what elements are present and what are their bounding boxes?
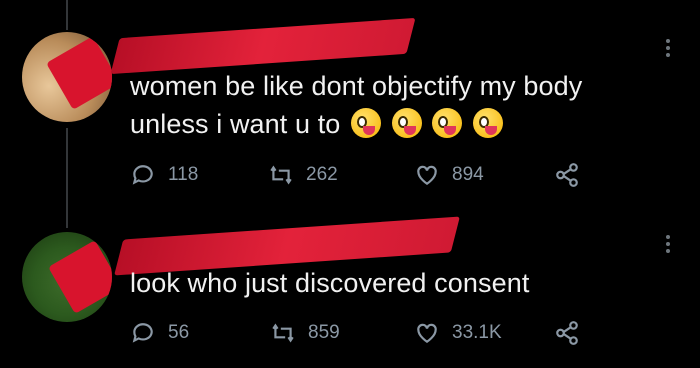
thread-connector-line bbox=[66, 128, 68, 228]
reply-icon bbox=[132, 165, 153, 185]
tweet-text-line: look who just discovered consent bbox=[130, 268, 530, 298]
avatar[interactable] bbox=[22, 232, 112, 322]
share-icon bbox=[556, 321, 578, 345]
reply-count: 118 bbox=[168, 164, 199, 185]
like-count: 894 bbox=[452, 164, 484, 185]
share-icon bbox=[556, 163, 578, 187]
retweet-count: 262 bbox=[306, 164, 338, 185]
avatar[interactable] bbox=[22, 32, 112, 122]
reply-icon bbox=[132, 323, 153, 343]
share-button[interactable] bbox=[554, 320, 592, 346]
tweet-text-line: unless i want u to bbox=[130, 109, 341, 139]
zany-face-emoji bbox=[472, 108, 503, 138]
like-icon bbox=[417, 323, 437, 343]
like-icon bbox=[417, 165, 437, 185]
retweet-button[interactable]: 859 bbox=[270, 320, 340, 346]
tweet-actions: 118 262 894 bbox=[130, 162, 600, 192]
like-button[interactable]: 33.1K bbox=[414, 320, 502, 346]
like-button[interactable]: 894 bbox=[414, 162, 484, 188]
tweet-text: look who just discovered consent bbox=[130, 264, 529, 302]
more-options-icon[interactable] bbox=[666, 36, 672, 60]
zany-face-emoji bbox=[351, 108, 382, 138]
reply-button[interactable]: 56 bbox=[130, 320, 189, 346]
like-count: 33.1K bbox=[452, 322, 502, 343]
share-button[interactable] bbox=[554, 162, 592, 188]
retweet-icon bbox=[272, 323, 294, 343]
tweet-text: women be like dont objectify my body unl… bbox=[130, 67, 582, 143]
reply-button[interactable]: 118 bbox=[130, 162, 198, 188]
thread-line-top bbox=[66, 0, 68, 30]
more-options-icon[interactable] bbox=[666, 232, 672, 256]
zany-face-emoji bbox=[391, 108, 422, 138]
reply-count: 56 bbox=[168, 322, 190, 343]
tweet-text-line: women be like dont objectify my body bbox=[130, 71, 583, 101]
retweet-count: 859 bbox=[308, 322, 340, 343]
tweet-actions: 56 859 33.1K bbox=[130, 320, 600, 350]
retweet-icon bbox=[270, 165, 292, 185]
retweet-button[interactable]: 262 bbox=[268, 162, 338, 188]
zany-face-emoji bbox=[432, 108, 463, 138]
username-redaction bbox=[110, 17, 416, 75]
